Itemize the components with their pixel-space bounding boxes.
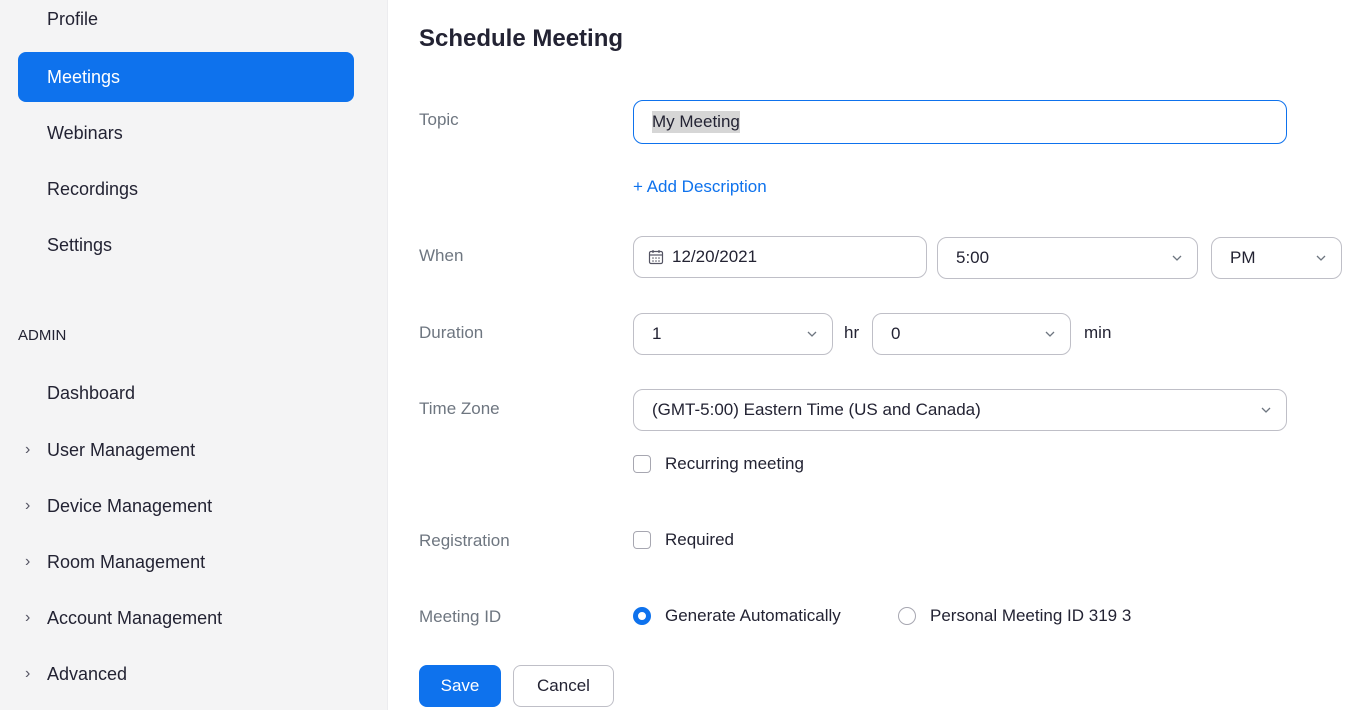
recurring-meeting-option[interactable]: Recurring meeting bbox=[633, 454, 804, 474]
chevron-right-icon: › bbox=[25, 665, 31, 682]
registration-option-label: Required bbox=[665, 530, 734, 549]
topic-label: Topic bbox=[419, 110, 459, 129]
time-select[interactable]: 5:00 bbox=[937, 237, 1198, 279]
radio-unselected[interactable] bbox=[898, 607, 916, 625]
meeting-id-personal-option[interactable]: Personal Meeting ID 319 3 bbox=[898, 606, 1131, 626]
meeting-id-option-label: Generate Automatically bbox=[665, 606, 841, 625]
registration-label: Registration bbox=[419, 531, 510, 550]
sidebar-item-webinars[interactable]: Webinars bbox=[18, 108, 354, 158]
sidebar-item-advanced[interactable]: › Advanced bbox=[0, 649, 387, 699]
sidebar-item-label: Advanced bbox=[47, 664, 128, 684]
sidebar-item-label: Device Management bbox=[47, 496, 213, 516]
topic-input[interactable]: My Meeting bbox=[633, 100, 1287, 144]
sidebar: Profile Meetings Webinars Recordings Set… bbox=[0, 0, 388, 710]
chevron-right-icon: › bbox=[25, 441, 31, 458]
when-label: When bbox=[419, 246, 464, 265]
time-zone-label: Time Zone bbox=[419, 399, 500, 418]
sidebar-item-dashboard[interactable]: Dashboard bbox=[0, 368, 387, 418]
meeting-id-label: Meeting ID bbox=[419, 607, 502, 626]
sidebar-item-room-management[interactable]: › Room Management bbox=[0, 537, 387, 587]
page-title: Schedule Meeting bbox=[419, 25, 624, 52]
sidebar-item-meetings[interactable]: Meetings bbox=[18, 52, 354, 102]
sidebar-item-label: Room Management bbox=[47, 552, 206, 572]
sidebar-item-settings[interactable]: Settings bbox=[18, 220, 354, 270]
sidebar-item-device-management[interactable]: › Device Management bbox=[0, 481, 387, 531]
sidebar-item-recordings[interactable]: Recordings bbox=[18, 164, 354, 214]
duration-hours-value: 1 bbox=[652, 324, 662, 343]
cancel-button[interactable]: Cancel bbox=[513, 665, 614, 707]
recurring-label: Recurring meeting bbox=[665, 454, 804, 473]
chevron-down-icon bbox=[1260, 404, 1272, 416]
date-picker[interactable]: 12/20/2021 bbox=[633, 236, 927, 278]
sidebar-item-account-management[interactable]: › Account Management bbox=[0, 593, 387, 643]
time-value: 5:00 bbox=[956, 248, 990, 267]
date-value: 12/20/2021 bbox=[672, 247, 758, 266]
duration-hours-select[interactable]: 1 bbox=[633, 313, 833, 355]
calendar-icon bbox=[648, 249, 664, 265]
sidebar-item-label: Account Management bbox=[47, 608, 223, 628]
sidebar-item-label: User Management bbox=[47, 440, 196, 460]
topic-value: My Meeting bbox=[652, 111, 740, 133]
chevron-down-icon bbox=[806, 328, 818, 340]
ampm-select[interactable]: PM bbox=[1211, 237, 1342, 279]
hours-unit: hr bbox=[844, 323, 860, 342]
save-button[interactable]: Save bbox=[419, 665, 501, 707]
ampm-value: PM bbox=[1230, 248, 1256, 267]
sidebar-item-label: Dashboard bbox=[47, 383, 136, 403]
add-description-link[interactable]: + Add Description bbox=[633, 177, 767, 197]
radio-selected[interactable] bbox=[633, 607, 651, 625]
duration-minutes-select[interactable]: 0 bbox=[872, 313, 1071, 355]
minutes-unit: min bbox=[1084, 323, 1112, 342]
sidebar-item-profile[interactable]: Profile bbox=[18, 0, 354, 44]
meeting-id-generate-option[interactable]: Generate Automatically bbox=[633, 606, 841, 626]
chevron-right-icon: › bbox=[25, 609, 31, 626]
recurring-checkbox[interactable] bbox=[633, 455, 651, 473]
registration-checkbox[interactable] bbox=[633, 531, 651, 549]
time-zone-value: (GMT-5:00) Eastern Time (US and Canada) bbox=[652, 400, 981, 419]
time-zone-select[interactable]: (GMT-5:00) Eastern Time (US and Canada) bbox=[633, 389, 1287, 431]
meeting-id-option-label: Personal Meeting ID 319 3 bbox=[930, 606, 1132, 625]
schedule-meeting-form: Schedule Meeting Topic My Meeting + Add … bbox=[387, 0, 1348, 710]
chevron-right-icon: › bbox=[25, 553, 31, 570]
sidebar-section-admin: ADMIN bbox=[18, 327, 67, 344]
registration-required-option[interactable]: Required bbox=[633, 530, 734, 550]
duration-label: Duration bbox=[419, 323, 484, 342]
chevron-right-icon: › bbox=[25, 497, 31, 514]
chevron-down-icon bbox=[1315, 252, 1327, 264]
chevron-down-icon bbox=[1044, 328, 1056, 340]
chevron-down-icon bbox=[1171, 252, 1183, 264]
sidebar-item-user-management[interactable]: › User Management bbox=[0, 425, 387, 475]
duration-minutes-value: 0 bbox=[891, 324, 901, 343]
